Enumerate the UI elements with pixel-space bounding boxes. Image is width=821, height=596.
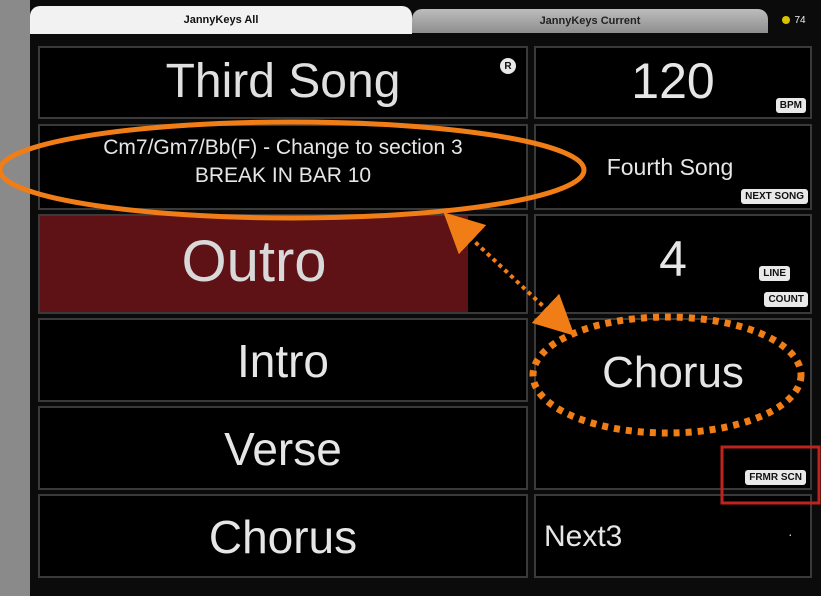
next-section-panel[interactable]: Chorus FRMR SCN <box>534 318 812 490</box>
section-button-verse[interactable]: Verse <box>38 406 528 490</box>
next-song-title: Fourth Song <box>606 154 734 180</box>
tab-jannykeys-all[interactable]: JannyKeys All <box>30 6 412 34</box>
tempo-panel[interactable]: 120 BPM <box>534 46 812 119</box>
song-notes-panel[interactable]: Cm7/Gm7/Bb(F) - Change to section 3 BREA… <box>38 124 528 210</box>
notes-line-1: Cm7/Gm7/Bb(F) - Change to section 3 <box>103 136 463 159</box>
section-label: Verse <box>224 423 342 475</box>
count-badge: COUNT <box>764 292 808 307</box>
section-label: Chorus <box>208 511 358 563</box>
status-indicator: 74 <box>770 8 818 32</box>
recording-badge: R <box>500 58 516 74</box>
line-badge: LINE <box>759 266 790 281</box>
notes-line-2: BREAK IN BAR 10 <box>194 164 372 187</box>
tab-jannykeys-current[interactable]: JannyKeys Current <box>412 9 768 33</box>
next3-label: Next3 <box>544 520 623 553</box>
section-button-chorus[interactable]: Chorus <box>38 494 528 578</box>
tempo-value: 120 <box>631 53 715 109</box>
section-label: Intro <box>236 335 330 387</box>
song-title-panel[interactable]: Third Song R <box>38 46 528 119</box>
line-count-panel[interactable]: 4 LINE COUNT <box>534 214 812 314</box>
next3-dot: · <box>788 526 793 542</box>
current-section-panel[interactable]: Outro <box>38 214 528 314</box>
next-song-panel[interactable]: Fourth Song NEXT SONG <box>534 124 812 210</box>
status-text: 74 <box>794 14 806 26</box>
next-song-badge: NEXT SONG <box>741 189 808 204</box>
song-title: Third Song <box>165 55 401 108</box>
current-section-label: Outro <box>181 229 327 294</box>
former-scene-button[interactable]: FRMR SCN <box>745 470 806 485</box>
section-button-intro[interactable]: Intro <box>38 318 528 402</box>
bpm-badge: BPM <box>775 98 806 113</box>
battery-icon <box>782 16 791 24</box>
next3-panel[interactable]: Next3 · <box>534 494 812 578</box>
next-section-label: Chorus <box>602 348 744 397</box>
